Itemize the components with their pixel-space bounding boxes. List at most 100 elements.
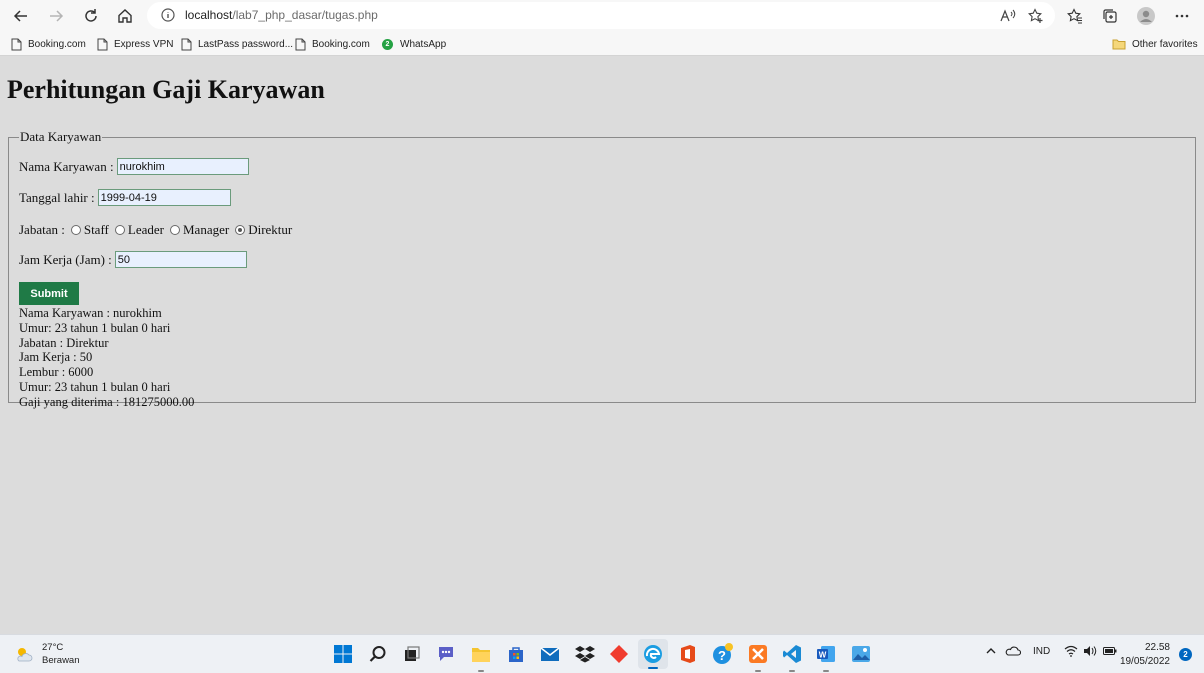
- radio-manager[interactable]: Manager: [169, 222, 230, 238]
- radio-direktur[interactable]: Direktur: [235, 222, 292, 238]
- radio-label-direktur: Direktur: [248, 222, 293, 237]
- info-icon[interactable]: [161, 8, 175, 27]
- radio-label-manager: Manager: [182, 222, 230, 237]
- name-input[interactable]: [116, 158, 249, 175]
- help-icon: ?: [713, 643, 733, 664]
- result-line: Umur: 23 tahun 1 bulan 0 hari: [19, 320, 171, 335]
- bookmark-booking[interactable]: Booking.com: [11, 36, 86, 52]
- radio-label-leader: Leader: [127, 222, 164, 237]
- onedrive-icon: [1005, 646, 1021, 656]
- store-icon: [509, 647, 523, 662]
- file-explorer-button[interactable]: [469, 642, 493, 672]
- read-aloud-icon[interactable]: [999, 7, 1017, 25]
- dob-input[interactable]: [97, 189, 231, 206]
- other-favorites-label: Other favorites: [1132, 38, 1198, 50]
- result-line: Nama Karyawan : nurokhim: [19, 306, 162, 320]
- page-title: Perhitungan Gaji Karyawan: [7, 75, 325, 104]
- avatar-icon: [1137, 7, 1155, 25]
- dob-row: Tanggal lahir :: [19, 189, 231, 206]
- store-button[interactable]: [504, 642, 528, 666]
- office-button[interactable]: [676, 642, 700, 666]
- favorites-button[interactable]: [1062, 3, 1088, 29]
- photos-icon: [852, 646, 870, 662]
- bookmark-label: LastPass password...: [198, 38, 294, 50]
- url-path: /lab7_php_dasar/tugas.php: [232, 8, 378, 22]
- result-line: Lembur : 6000: [19, 365, 94, 380]
- bookmark-booking-2[interactable]: Booking.com: [295, 36, 370, 52]
- photos-button[interactable]: [849, 642, 873, 666]
- dropbox-button[interactable]: [573, 642, 597, 666]
- bookmark-lastpass[interactable]: LastPass password...: [181, 36, 293, 52]
- back-button[interactable]: [8, 3, 34, 29]
- radio-label-staff: Staff: [83, 222, 109, 237]
- bookmarks-bar: Booking.com Express VPN LastPass passwor…: [0, 31, 1204, 56]
- chat-button[interactable]: [434, 642, 458, 666]
- radio-dot[interactable]: [70, 225, 81, 235]
- arrow-right-icon: [50, 10, 64, 22]
- bookmark-express-vpn[interactable]: Express VPN: [97, 36, 173, 52]
- bookmark-label: Booking.com: [312, 38, 370, 50]
- radio-dot[interactable]: [114, 225, 125, 235]
- bookmark-label: Express VPN: [114, 38, 174, 50]
- chevron-up-icon: [986, 648, 996, 654]
- running-indicator: [755, 670, 761, 672]
- result-line: Jam Kerja : 50: [19, 350, 93, 365]
- bookmark-label: WhatsApp: [400, 38, 447, 50]
- task-view-icon: [405, 646, 420, 661]
- weather-desc: Berawan: [42, 655, 80, 666]
- word-button[interactable]: W: [814, 642, 838, 672]
- jabatan-row: Jabatan : Staff Leader Manager Direktur: [19, 222, 292, 238]
- results-block: Nama Karyawan : nurokhim Umur: 23 tahun …: [19, 306, 194, 410]
- xampp-icon: [749, 645, 767, 663]
- mail-button[interactable]: [538, 642, 562, 666]
- page-icon: [97, 38, 108, 50]
- language-indicator[interactable]: IND: [1033, 646, 1050, 657]
- svg-text:W: W: [819, 651, 827, 660]
- bookmark-whatsapp[interactable]: 2 WhatsApp: [382, 36, 446, 52]
- page-icon: [295, 38, 306, 50]
- start-button[interactable]: [331, 642, 355, 666]
- profile-button[interactable]: [1133, 3, 1159, 29]
- other-favorites-folder[interactable]: Other favorites: [1112, 36, 1198, 52]
- vscode-button[interactable]: [780, 642, 804, 672]
- submit-button[interactable]: Submit: [19, 282, 79, 305]
- collections-button[interactable]: [1097, 3, 1123, 29]
- office-icon: [681, 645, 695, 663]
- forward-button[interactable]: [43, 3, 69, 29]
- radio-dot-checked[interactable]: [235, 225, 246, 235]
- radio-leader[interactable]: Leader: [114, 222, 164, 238]
- vscode-icon: [783, 645, 801, 663]
- refresh-icon: [85, 9, 97, 22]
- chat-icon: [439, 647, 453, 661]
- mail-icon: [540, 647, 560, 661]
- home-button[interactable]: [112, 3, 138, 29]
- add-favorite-icon[interactable]: [1027, 7, 1045, 25]
- search-button[interactable]: [366, 642, 390, 666]
- collections-icon: [1103, 9, 1117, 23]
- name-row: Nama Karyawan :: [19, 158, 249, 175]
- notification-badge[interactable]: 2: [1179, 648, 1192, 661]
- clock-date: 19/05/2022: [1119, 656, 1170, 667]
- weather-widget[interactable]: 27°C Berawan: [14, 641, 80, 667]
- result-line: Gaji yang diterima : 181275000.00: [19, 394, 195, 409]
- page-content: Perhitungan Gaji Karyawan Data Karyawan …: [0, 57, 1204, 634]
- settings-menu-button[interactable]: [1169, 3, 1195, 29]
- taskbar: 27°C Berawan ? W IND 22.58 19/05/2022 2: [0, 634, 1204, 673]
- refresh-button[interactable]: [78, 3, 104, 29]
- edge-icon: [644, 645, 662, 663]
- git-app-button[interactable]: [607, 642, 631, 666]
- hours-input[interactable]: [114, 251, 247, 268]
- edge-button[interactable]: [638, 639, 668, 669]
- running-indicator: [823, 670, 829, 672]
- xampp-button[interactable]: [746, 642, 770, 672]
- task-view-button[interactable]: [400, 642, 424, 666]
- radio-dot[interactable]: [169, 225, 180, 235]
- jabatan-label: Jabatan :: [19, 222, 65, 237]
- name-label: Nama Karyawan :: [19, 158, 114, 174]
- address-bar[interactable]: localhost/lab7_php_dasar/tugas.php: [147, 2, 1055, 29]
- fieldset-legend: Data Karyawan: [20, 129, 102, 144]
- clock[interactable]: 22.58 19/05/2022: [1120, 641, 1170, 669]
- diamond-icon: [610, 645, 628, 663]
- help-button[interactable]: ?: [711, 642, 735, 666]
- radio-staff[interactable]: Staff: [70, 222, 109, 238]
